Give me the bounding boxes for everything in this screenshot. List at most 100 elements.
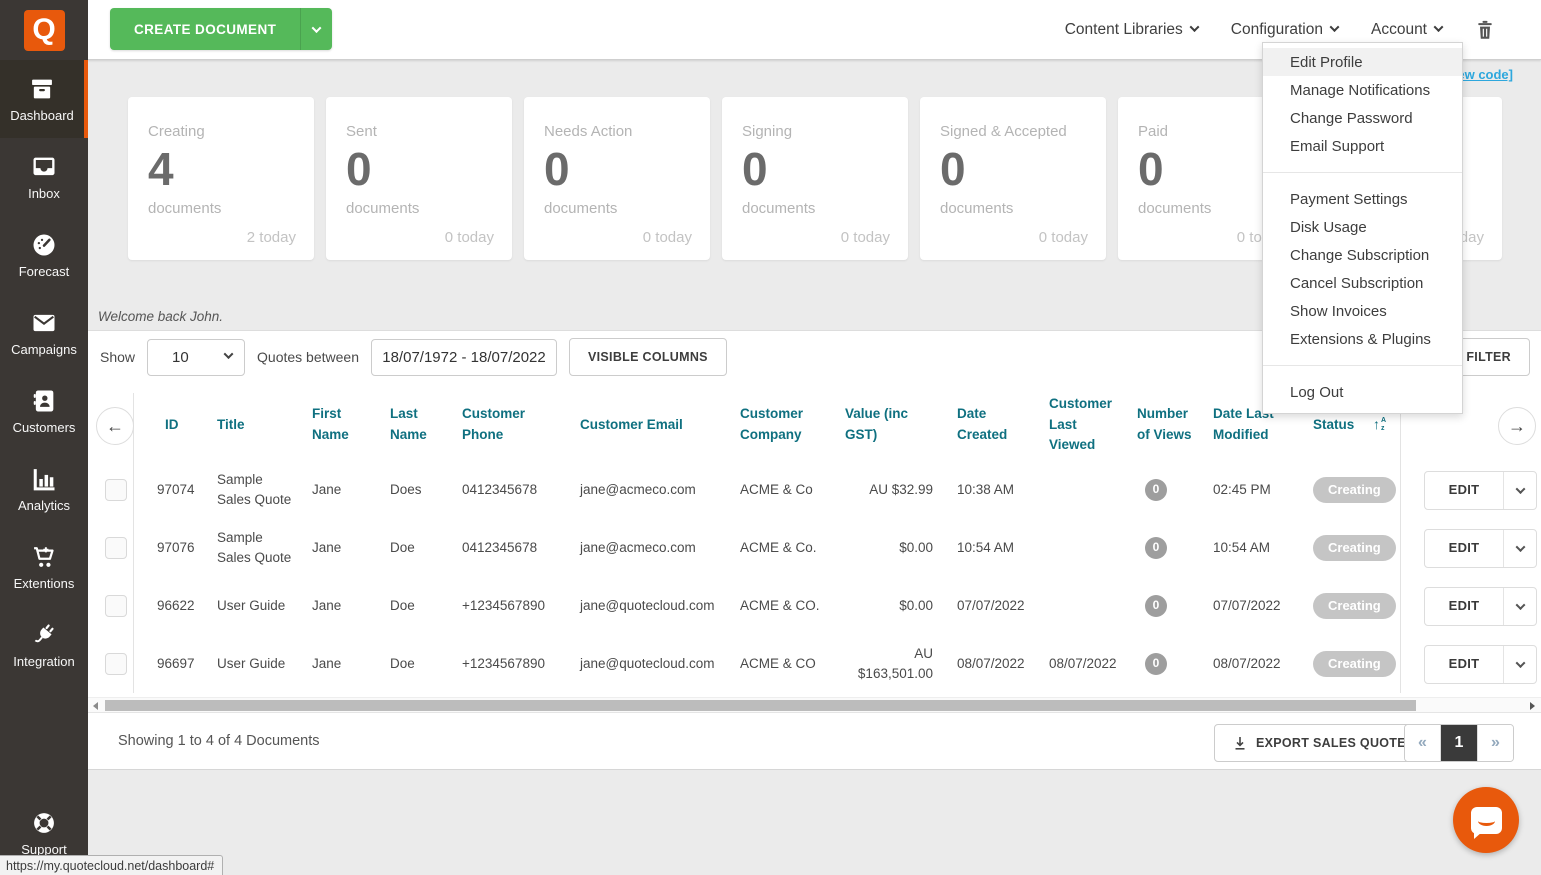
edit-button[interactable]: EDIT bbox=[1424, 470, 1537, 510]
status-badge: Creating bbox=[1313, 534, 1396, 562]
export-label: EXPORT SALES QUOTES bbox=[1256, 736, 1415, 750]
column-header-last-viewed[interactable]: Customer Last Viewed bbox=[1035, 394, 1123, 457]
date-range-input[interactable]: 18/07/1972 - 18/07/2022 bbox=[371, 338, 557, 376]
column-header-status[interactable]: Status ↑ Az bbox=[1299, 414, 1400, 436]
nav-account[interactable]: Account bbox=[1371, 21, 1444, 39]
card-label: Creating bbox=[148, 123, 205, 140]
sidebar-item-dashboard[interactable]: Dashboard bbox=[0, 60, 88, 138]
edit-dropdown-toggle[interactable] bbox=[1503, 587, 1536, 625]
app-logo[interactable]: Q bbox=[0, 0, 88, 60]
column-header-customer-email[interactable]: Customer Email bbox=[566, 415, 726, 436]
menu-item-email-support[interactable]: Email Support bbox=[1263, 132, 1462, 160]
pagination-prev-button[interactable]: « bbox=[1405, 725, 1441, 761]
views-badge: 0 bbox=[1145, 595, 1167, 617]
sidebar-item-inbox[interactable]: Inbox bbox=[0, 138, 88, 216]
edit-label: EDIT bbox=[1448, 539, 1480, 555]
column-header-customer-company[interactable]: Customer Company bbox=[726, 404, 831, 446]
sidebar-item-customers[interactable]: Customers bbox=[0, 372, 88, 450]
create-document-dropdown-toggle[interactable] bbox=[300, 8, 332, 50]
menu-item-cancel-subscription[interactable]: Cancel Subscription bbox=[1263, 269, 1462, 297]
nav-content-libraries[interactable]: Content Libraries bbox=[1065, 21, 1200, 39]
sidebar-item-extentions[interactable]: Extentions bbox=[0, 528, 88, 606]
nav-configuration[interactable]: Configuration bbox=[1231, 21, 1340, 39]
row-checkbox[interactable] bbox=[105, 479, 127, 501]
cell-date-modified: 07/07/2022 bbox=[1213, 598, 1281, 614]
edit-button[interactable]: EDIT bbox=[1424, 644, 1537, 684]
card-footer: 0 today bbox=[840, 229, 890, 246]
card-value: 0 bbox=[544, 143, 570, 195]
views-badge: 0 bbox=[1145, 653, 1167, 675]
row-select-cell bbox=[88, 537, 133, 559]
cell-date-created: 07/07/2022 bbox=[957, 598, 1025, 614]
envelope-icon bbox=[33, 314, 55, 332]
sort-alphabetical-icon[interactable]: ↑ Az bbox=[1373, 414, 1386, 436]
sidebar-item-support[interactable]: Support bbox=[0, 803, 88, 863]
cell-actions: EDIT bbox=[1400, 586, 1541, 626]
sidebar-item-label: Inbox bbox=[28, 186, 60, 201]
menu-item-log-out[interactable]: Log Out bbox=[1263, 378, 1462, 406]
column-header-title[interactable]: Title bbox=[203, 415, 298, 436]
pagination-current-page[interactable]: 1 bbox=[1441, 725, 1477, 761]
status-header-label: Status bbox=[1313, 416, 1355, 432]
inbox-tray-icon bbox=[33, 157, 55, 176]
scroll-left-button[interactable]: ← bbox=[96, 407, 134, 445]
edit-dropdown-toggle[interactable] bbox=[1503, 471, 1536, 509]
page-size-select[interactable]: 10 bbox=[147, 338, 246, 376]
column-header-value[interactable]: Value (inc GST) bbox=[831, 404, 943, 446]
column-header-date-created[interactable]: Date Created bbox=[943, 404, 1035, 446]
menu-item-change-password[interactable]: Change Password bbox=[1263, 104, 1462, 132]
chevron-down-icon bbox=[1189, 21, 1200, 32]
export-sales-quotes-button[interactable]: EXPORT SALES QUOTES bbox=[1214, 724, 1434, 762]
visible-columns-button[interactable]: VISIBLE COLUMNS bbox=[569, 338, 727, 376]
row-checkbox[interactable] bbox=[105, 537, 127, 559]
edit-dropdown-toggle[interactable] bbox=[1503, 645, 1536, 683]
cell-last-name: Doe bbox=[390, 598, 415, 614]
cell-phone: 0412345678 bbox=[462, 540, 538, 556]
menu-item-show-invoices[interactable]: Show Invoices bbox=[1263, 297, 1462, 325]
column-header-customer-phone[interactable]: Customer Phone bbox=[448, 404, 566, 446]
cell-date-created: 10:54 AM bbox=[957, 540, 1015, 556]
trash-button[interactable] bbox=[1475, 19, 1495, 41]
card-unit: documents bbox=[148, 200, 222, 217]
sidebar-item-analytics[interactable]: Analytics bbox=[0, 450, 88, 528]
row-checkbox[interactable] bbox=[105, 595, 127, 617]
scrollbar-left-arrow-icon[interactable] bbox=[93, 702, 98, 710]
chevron-down-icon bbox=[311, 22, 322, 33]
column-header-first-name[interactable]: First Name bbox=[298, 404, 376, 446]
chat-launcher-button[interactable] bbox=[1453, 787, 1519, 853]
menu-item-disk-usage[interactable]: Disk Usage bbox=[1263, 213, 1462, 241]
menu-item-extensions-plugins[interactable]: Extensions & Plugins bbox=[1263, 325, 1462, 353]
sidebar-item-integration[interactable]: Integration bbox=[0, 606, 88, 684]
menu-item-manage-notifications[interactable]: Manage Notifications bbox=[1263, 76, 1462, 104]
create-document-button[interactable]: CREATE DOCUMENT bbox=[110, 8, 333, 50]
stat-card-sent: Sent 0 documents 0 today bbox=[326, 97, 512, 260]
row-checkbox[interactable] bbox=[105, 653, 127, 675]
browser-status-url: https://my.quotecloud.net/dashboard# bbox=[0, 855, 224, 875]
card-footer: 2 today bbox=[246, 229, 296, 246]
address-book-icon bbox=[33, 390, 54, 412]
cell-id: 97074 bbox=[157, 482, 195, 498]
cell-company: ACME & CO. bbox=[740, 598, 820, 614]
pagination-next-button[interactable]: » bbox=[1477, 725, 1513, 761]
sidebar-item-campaigns[interactable]: Campaigns bbox=[0, 294, 88, 372]
scrollbar-thumb[interactable] bbox=[105, 700, 1416, 711]
cell-actions: EDIT bbox=[1400, 528, 1541, 568]
menu-item-change-subscription[interactable]: Change Subscription bbox=[1263, 241, 1462, 269]
column-header-views[interactable]: Number of Views bbox=[1123, 404, 1199, 446]
edit-dropdown-toggle[interactable] bbox=[1503, 529, 1536, 567]
menu-item-payment-settings[interactable]: Payment Settings bbox=[1263, 185, 1462, 213]
scrollbar-right-arrow-icon[interactable] bbox=[1530, 702, 1535, 710]
horizontal-scrollbar[interactable] bbox=[88, 697, 1541, 713]
scroll-right-button[interactable]: → bbox=[1498, 407, 1536, 445]
sidebar-item-forecast[interactable]: Forecast bbox=[0, 216, 88, 294]
plug-icon bbox=[34, 624, 54, 643]
menu-item-edit-profile[interactable]: Edit Profile bbox=[1263, 48, 1462, 76]
column-header-id[interactable]: ID bbox=[133, 415, 203, 436]
cell-value: AU $32.99 bbox=[869, 482, 933, 498]
views-badge: 0 bbox=[1145, 537, 1167, 559]
cell-last-viewed: 08/07/2022 bbox=[1049, 656, 1117, 672]
column-header-last-name[interactable]: Last Name bbox=[376, 404, 448, 446]
card-label: Signed & Accepted bbox=[940, 123, 1067, 140]
edit-button[interactable]: EDIT bbox=[1424, 528, 1537, 568]
edit-button[interactable]: EDIT bbox=[1424, 586, 1537, 626]
